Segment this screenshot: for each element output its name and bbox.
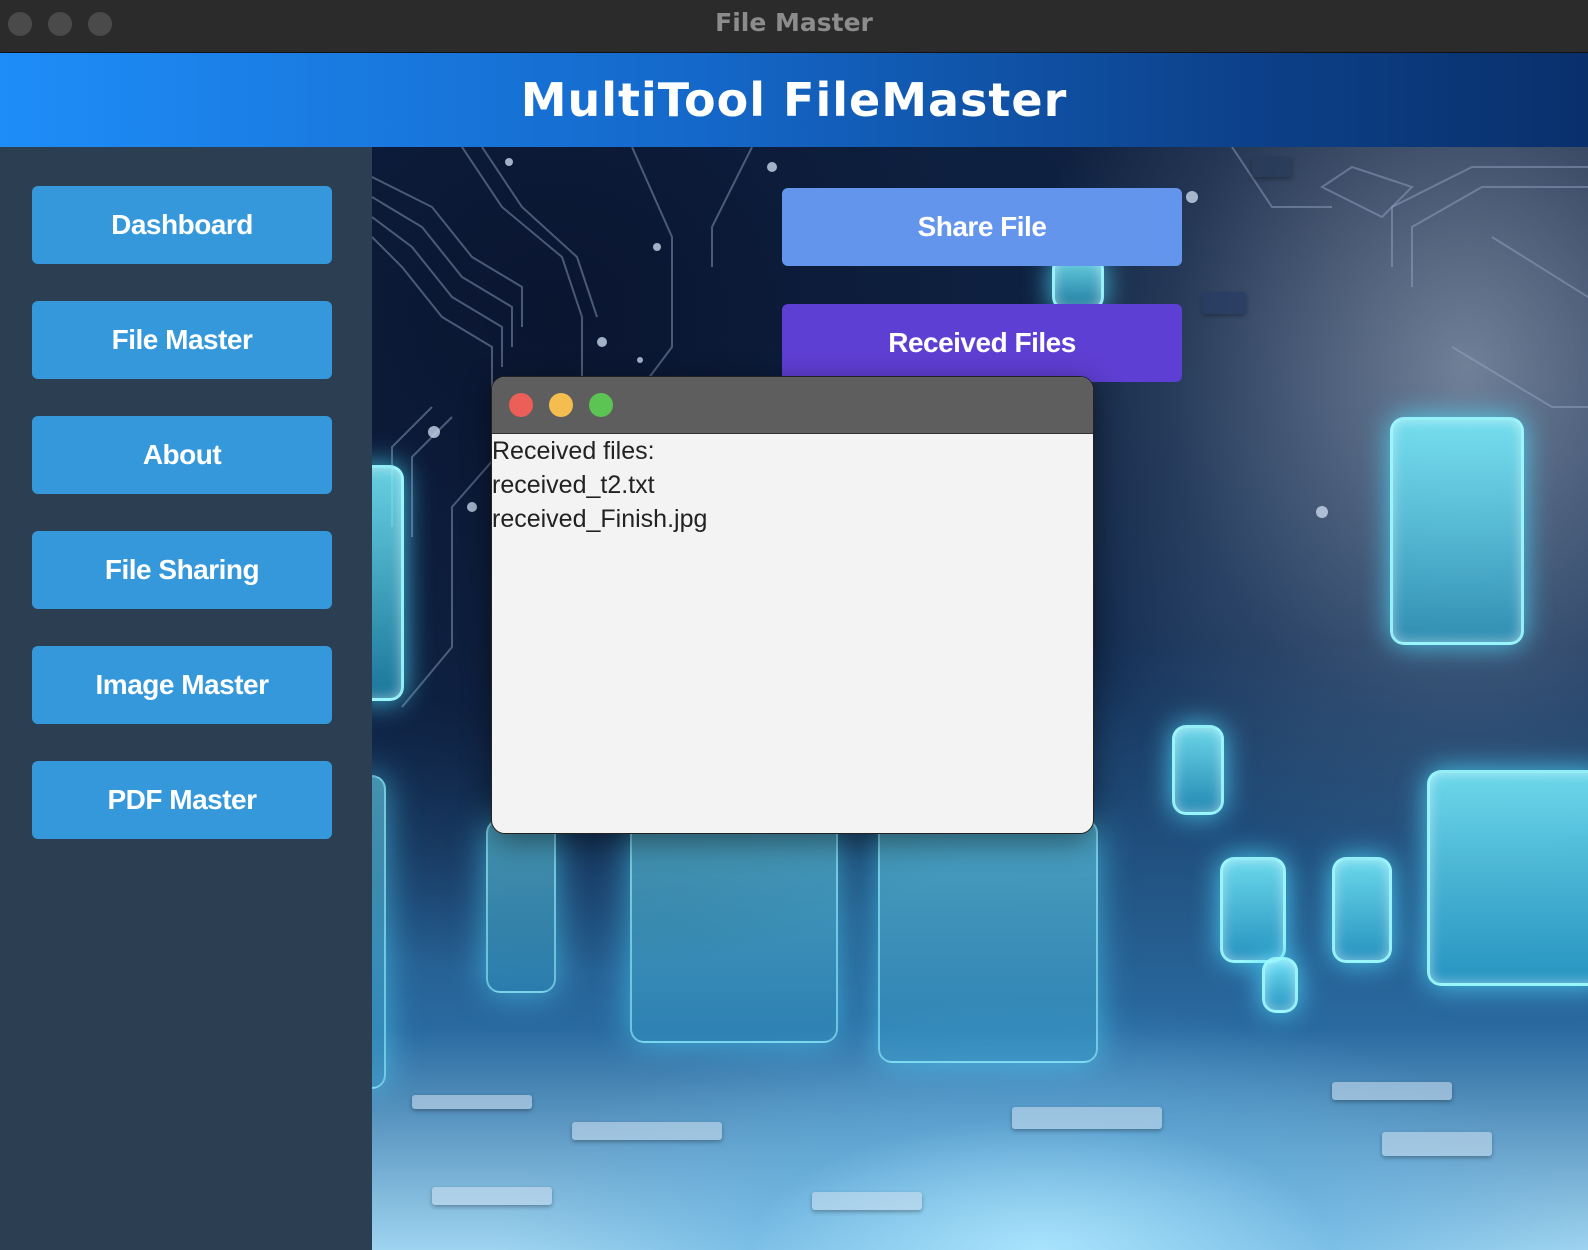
floor-tile: [1332, 1082, 1452, 1100]
scene-block: [1252, 157, 1292, 177]
glowing-file-card: [372, 465, 404, 701]
glowing-file-card: [1172, 725, 1224, 815]
floor-tile: [412, 1095, 532, 1109]
minimize-icon[interactable]: [549, 393, 573, 417]
app-header: MultiTool FileMaster: [0, 53, 1588, 147]
sidebar-item-dashboard[interactable]: Dashboard: [32, 186, 332, 264]
floor-tile: [812, 1192, 922, 1210]
floor-tile: [432, 1187, 552, 1205]
glowing-file-card: [486, 819, 556, 993]
glowing-file-card: [630, 819, 838, 1043]
close-icon[interactable]: [509, 393, 533, 417]
sidebar-item-about[interactable]: About: [32, 416, 332, 494]
glowing-file-card: [1332, 857, 1392, 963]
floor-tile: [1382, 1132, 1492, 1156]
received-files-heading: Received files:: [492, 437, 655, 465]
sidebar-item-file-sharing[interactable]: File Sharing: [32, 531, 332, 609]
received-files-text: Received files: received_t2.txt received…: [492, 434, 1093, 536]
received-files-dialog: Received files: received_t2.txt received…: [491, 376, 1094, 834]
glowing-file-card: [878, 819, 1098, 1063]
zoom-icon[interactable]: [589, 393, 613, 417]
floor-tile: [1012, 1107, 1162, 1129]
received-files-button[interactable]: Received Files: [782, 304, 1182, 382]
sidebar-item-pdf-master[interactable]: PDF Master: [32, 761, 332, 839]
glowing-file-card: [372, 775, 386, 1089]
window-title: File Master: [715, 8, 873, 37]
sidebar-item-image-master[interactable]: Image Master: [32, 646, 332, 724]
floor-tile: [572, 1122, 722, 1140]
received-file-item: received_t2.txt: [492, 471, 655, 499]
glowing-file-card: [1427, 770, 1588, 986]
glowing-file-card: [1390, 417, 1524, 645]
window-titlebar: File Master: [0, 0, 1588, 53]
app-title: MultiTool FileMaster: [520, 73, 1068, 127]
scene-block: [1202, 292, 1246, 314]
glowing-file-card: [1262, 957, 1298, 1013]
dialog-titlebar: [492, 377, 1093, 434]
share-file-button[interactable]: Share File: [782, 188, 1182, 266]
glowing-file-card: [1220, 857, 1286, 963]
received-file-item: received_Finish.jpg: [492, 505, 708, 533]
sidebar: Dashboard File Master About File Sharing…: [0, 147, 372, 1250]
app-window: File Master MultiTool FileMaster Dashboa…: [0, 0, 1588, 1250]
sidebar-item-file-master[interactable]: File Master: [32, 301, 332, 379]
